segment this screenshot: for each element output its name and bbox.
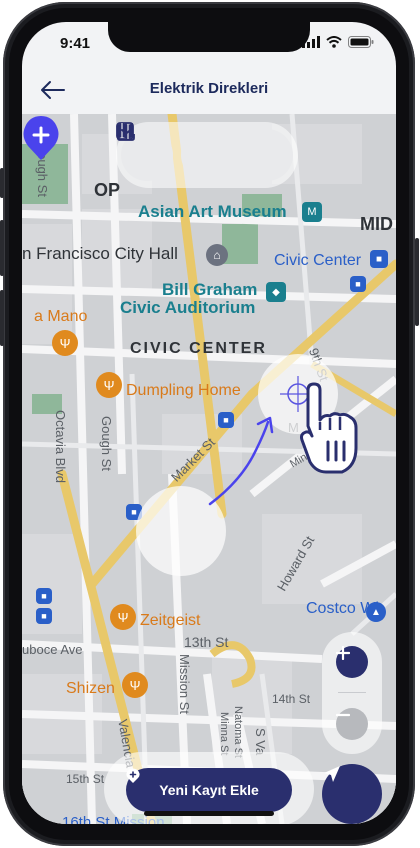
map-label: Shizen (66, 680, 115, 697)
map-label: n Francisco City Hall (22, 244, 178, 263)
hand-pointer-icon (300, 382, 358, 474)
notch (108, 22, 310, 52)
map-label: 15th St (66, 772, 105, 786)
side-button (415, 238, 419, 326)
wifi-icon (326, 36, 342, 48)
restaurant-icon: Ψ (110, 604, 136, 630)
museum-icon: M (302, 202, 322, 222)
map-label: Zeitgeist (140, 612, 201, 629)
navigation-icon (324, 766, 340, 782)
transit-icon: ■ (36, 608, 52, 624)
download-icon (117, 123, 135, 141)
map-label-asian-art: Asian Art Museum (138, 202, 287, 221)
zoom-in-button[interactable] (336, 646, 368, 678)
map-view[interactable]: OP Asian Art Museum M MID n Francisco Ci… (22, 114, 396, 824)
status-time: 9:41 (60, 35, 91, 52)
map-label: OP (94, 180, 121, 200)
plus-icon (336, 646, 350, 660)
map-toolbar (116, 122, 298, 188)
map-label: Octavia Blvd (53, 410, 68, 483)
add-location-icon (126, 768, 140, 783)
transit-icon: ■ (350, 276, 366, 292)
map-label: Civic Center (274, 252, 362, 269)
add-record-label: Yeni Kayıt Ekle (159, 782, 259, 798)
restaurant-icon: Ψ (96, 372, 122, 398)
map-label: Bill Graham (162, 280, 258, 299)
zoom-divider (338, 692, 366, 693)
home-indicator (144, 811, 274, 816)
map-label: 14th St (272, 692, 311, 706)
map-label: Civic Auditorium (120, 298, 256, 317)
navigate-button[interactable] (322, 764, 382, 824)
battery-icon (348, 36, 374, 48)
side-button (0, 290, 4, 346)
theater-icon: ◆ (266, 282, 286, 302)
app-header: Elektrik Direkleri (22, 66, 396, 114)
map-layers-button[interactable] (117, 123, 233, 181)
transit-icon: ■ (370, 250, 388, 268)
restaurant-icon: Ψ (52, 330, 78, 356)
map-label: Mission St (177, 654, 192, 714)
page-title: Elektrik Direkleri (149, 80, 269, 97)
map-label: Natoma St (232, 706, 244, 758)
map-label: Dumpling Home (126, 382, 241, 399)
landmark-icon: ⌂ (206, 244, 228, 266)
screen: 9:41 Elektrik Direkleri OP Asian Art Mus… (22, 22, 396, 824)
download-button[interactable] (117, 123, 293, 181)
map-label: Minna St (218, 712, 230, 756)
side-button (0, 168, 4, 198)
transit-icon: ■ (36, 588, 52, 604)
map-label: uboce Ave (22, 642, 83, 657)
side-button (0, 220, 4, 276)
map-label: MID (360, 214, 393, 234)
map-label: CIVIC CENTER (130, 340, 267, 357)
add-record-button[interactable]: Yeni Kayıt Ekle (126, 768, 292, 812)
map-label: 13th St (184, 634, 229, 650)
restaurant-icon: Ψ (122, 672, 148, 698)
map-label: a Mano (34, 308, 88, 325)
drag-arrow-icon (208, 416, 274, 506)
map-label: Gough St (99, 416, 114, 471)
status-icons (302, 36, 374, 48)
shop-icon: ▲ (366, 602, 386, 622)
map-pin-icon[interactable] (22, 114, 60, 162)
zoom-out-button[interactable] (336, 708, 368, 740)
zoom-controls (322, 632, 382, 754)
minus-icon (336, 713, 350, 717)
